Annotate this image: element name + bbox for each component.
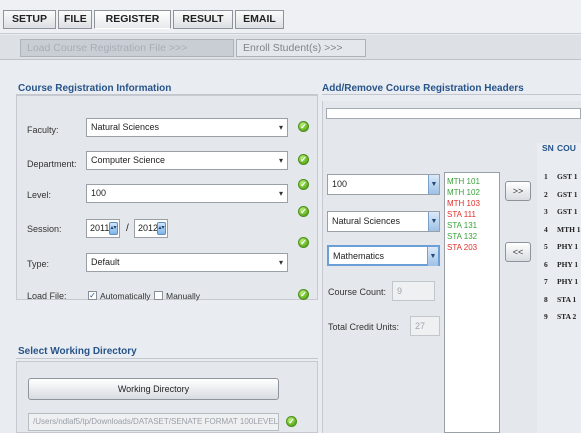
table-row-sn: 9 [544,312,548,321]
check-ok-icon: ✓ [298,206,309,217]
load-file-label: Load File: [27,291,67,301]
session-label: Session: [27,224,62,234]
course-list-item[interactable]: STA 111 [447,210,476,219]
sub-tab-bar: Load Course Registration File >>> Enroll… [0,35,581,60]
department-select[interactable]: Computer Science ▾ [86,151,288,170]
chevron-down-icon: ▾ [278,258,283,267]
level-value: 100 [91,188,107,198]
level-dropdown[interactable]: 100 ▼ [327,174,440,195]
faculty-select[interactable]: Natural Sciences ▾ [86,118,288,137]
table-row-sn: 6 [544,259,548,269]
course-list-item[interactable]: MTH 103 [447,199,480,208]
check-ok-icon: ✓ [298,154,309,165]
table-row-sn: 8 [544,294,548,304]
table-row-course[interactable]: STA 1 [557,295,576,304]
faculty-dropdown[interactable]: Natural Sciences ▼ [327,211,440,232]
working-directory-button[interactable]: Working Directory [28,378,279,400]
table-row-course[interactable]: PHY 1 [557,242,578,251]
chevron-down-icon: ▾ [278,123,283,132]
course-list-item[interactable]: STA 132 [447,232,477,241]
working-dir-rule [16,358,318,359]
level-label: Level: [27,190,52,200]
course-info-title: Course Registration Information [18,83,172,94]
check-ok-icon: ✓ [298,179,309,190]
spinner-arrows-icon[interactable]: ▴▾ [109,222,118,235]
spinner-arrows-icon[interactable]: ▴▾ [157,222,166,235]
chevron-down-icon: ▼ [428,212,439,231]
manual-checkbox[interactable] [154,291,163,300]
check-ok-icon: ✓ [298,289,309,300]
credit-units-label: Total Credit Units: [328,322,400,332]
level-dropdown-value: 100 [332,179,348,189]
session-end-value: 2012 [138,223,159,233]
table-row-sn: 3 [544,207,548,216]
tab-enroll-students[interactable]: Enroll Student(s) >>> [236,39,366,57]
auto-checkbox[interactable]: ✓ [88,291,97,300]
table-row-course[interactable]: GST 1 [557,190,578,199]
chevron-down-icon: ▼ [427,247,438,266]
table-row-course[interactable]: GST 1 [557,172,578,181]
department-label: Department: [27,159,77,169]
sn-header: SN [542,143,554,153]
session-start-spinner[interactable]: 2011 ▴▾ [86,219,120,238]
chevron-down-icon: ▾ [278,156,283,165]
course-list[interactable]: MTH 101 MTH 102 MTH 103 STA 111 STA 131 STA 1… [444,172,500,433]
headers-rule [322,94,581,95]
faculty-value: Natural Sciences [91,122,160,132]
department-dropdown[interactable]: Mathematics ▼ [327,245,440,266]
headers-title: Add/Remove Course Registration Headers [322,83,524,94]
table-row-sn: 7 [544,277,548,286]
department-dropdown-value: Mathematics [333,251,385,261]
main-menu-bar: SETUP FILE REGISTER RESULT EMAIL [0,0,581,34]
table-row-course[interactable]: PHY 1 [557,277,578,286]
course-list-item[interactable]: STA 131 [447,221,477,230]
manual-label: Manually [166,291,201,301]
course-count-label: Course Count: [328,287,387,297]
session-start-value: 2011 [90,223,110,233]
table-row-sn: 5 [544,242,548,251]
chevron-down-icon: ▼ [428,175,439,194]
headers-table: SN COU 1 GST 1 2 GST 1 3 GST 1 4 MTH 1 5 PHY 1 6 PH… [537,143,581,433]
tab-file[interactable]: FILE [58,10,92,29]
table-row-sn: 4 [544,224,548,234]
tab-setup[interactable]: SETUP [3,10,56,29]
faculty-label: Faculty: [27,125,59,135]
course-header: COU [557,143,576,153]
table-row-sn: 1 [544,172,548,181]
course-list-item[interactable]: MTH 102 [447,188,480,197]
course-list-item[interactable]: STA 203 [447,243,477,252]
session-end-spinner[interactable]: 2012 ▴▾ [134,219,168,238]
tab-load-course-registration-file[interactable]: Load Course Registration File >>> [20,39,234,57]
type-select[interactable]: Default ▾ [86,253,288,272]
add-header-button[interactable]: >> [505,181,531,201]
table-row-sn: 2 [544,189,548,199]
type-label: Type: [27,259,50,269]
remove-header-button[interactable]: << [505,242,531,262]
course-count-value: 9 [392,281,435,301]
check-ok-icon: ✓ [298,237,309,248]
check-ok-icon: ✓ [286,416,297,427]
session-separator: / [126,223,129,234]
credit-units-value: 27 [410,316,440,336]
faculty-dropdown-value: Natural Sciences [332,216,401,226]
department-value: Computer Science [91,155,166,165]
tab-email[interactable]: EMAIL [235,10,284,29]
auto-label: Automatically [100,291,151,301]
table-row-course[interactable]: MTH 1 [557,225,581,234]
table-row-course[interactable]: PHY 1 [557,260,578,269]
chevron-down-icon: ▾ [278,189,283,198]
table-row-course[interactable]: GST 1 [557,207,578,216]
working-directory-path: /Users/ndlaf5/tp/Downloads/DATASET/SENAT… [28,413,279,431]
working-dir-title: Select Working Directory [18,346,137,357]
check-ok-icon: ✓ [298,121,309,132]
headers-top-field[interactable] [326,108,581,119]
type-value: Default [91,257,120,267]
tab-register[interactable]: REGISTER [94,10,171,29]
tab-result[interactable]: RESULT [173,10,233,29]
course-list-item[interactable]: MTH 101 [447,177,480,186]
level-select[interactable]: 100 ▾ [86,184,288,203]
table-row-course[interactable]: STA 2 [557,312,576,321]
